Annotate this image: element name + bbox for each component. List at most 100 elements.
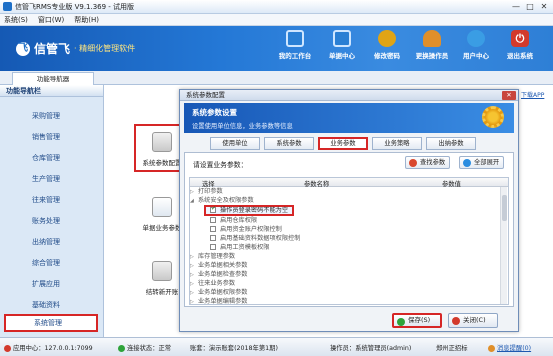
message-icon: [488, 344, 495, 352]
group-row-trade[interactable]: ▷ 往来业务参数: [190, 279, 508, 288]
connection-icon: [118, 344, 125, 352]
group-row-print[interactable]: ▷ 打印参数: [190, 187, 508, 196]
param-row[interactable]: 启用工资模板权限: [190, 243, 508, 252]
menu-help[interactable]: 帮助(H): [74, 15, 99, 25]
expand-arrow-icon: ▷: [190, 299, 194, 305]
maximize-button[interactable]: □: [524, 1, 536, 12]
sidebar-item-bookkeeping[interactable]: 账务处理: [4, 212, 98, 230]
group-row-doc-check[interactable]: ▷ 业务单据检查参数: [190, 270, 508, 279]
users-icon: [467, 30, 485, 47]
expand-all-button[interactable]: 全部展开: [459, 156, 505, 169]
status-company: 郑州正招标: [436, 345, 468, 352]
param-checkbox[interactable]: [210, 226, 216, 232]
param-row[interactable]: 启用仓库权限: [190, 216, 508, 225]
toolbar-change-password-button[interactable]: 修改密码: [367, 30, 407, 60]
sidebar-item-base-data[interactable]: 基础资料: [4, 296, 98, 314]
tab-business-strategy[interactable]: 业务策略: [372, 137, 422, 150]
dialog-header-title: 系统参数设置: [192, 108, 237, 117]
brand-name: 信管飞: [34, 42, 71, 56]
sidebar-item-accounts[interactable]: 往来管理: [4, 191, 98, 209]
search-params-button[interactable]: 查找参数: [405, 156, 451, 169]
sidebar-item-sales[interactable]: 销售管理: [4, 128, 98, 146]
menu-system[interactable]: 系统(S): [4, 15, 28, 25]
app-center-icon: [4, 344, 11, 352]
menu-window[interactable]: 窗口(W): [38, 15, 64, 25]
dialog-header: 系统参数设置 设置使用单位信息，业务参数等信息: [184, 103, 514, 133]
sidebar-item-cashier[interactable]: 出纳管理: [4, 233, 98, 251]
sidebar-item-general[interactable]: 综合管理: [4, 254, 98, 272]
minimize-button[interactable]: —: [510, 1, 522, 12]
group-row-doc-related[interactable]: ▷ 业务单据相关参数: [190, 261, 508, 270]
download-app-link[interactable]: 下载APP: [521, 90, 544, 99]
window-close-button[interactable]: ✕: [538, 1, 550, 12]
sidebar-item-warehouse[interactable]: 仓库管理: [4, 149, 98, 167]
save-button[interactable]: 保存(S): [392, 313, 442, 328]
toolbar-document-center-button[interactable]: 单据中心: [322, 30, 362, 60]
param-checkbox[interactable]: [210, 205, 216, 213]
dialog-close-icon[interactable]: ✕: [502, 91, 516, 100]
toolbar-exit-button[interactable]: ⏻ 退出系统: [500, 30, 540, 60]
status-operator: 操作员：系统管理员(admin): [330, 345, 412, 352]
user-icon: [423, 30, 441, 47]
search-icon: [409, 159, 417, 167]
window-title-bar: 信管飞RMS专业版 V9.1.369 - 试用版: [0, 0, 553, 14]
brand-subtitle: · 精细化管理软件: [74, 44, 136, 53]
tab-strip: 功能导航器: [0, 71, 553, 85]
key-icon: [378, 30, 396, 47]
monitor-icon: [333, 30, 351, 47]
grid-header: 选择 参数名称 参数值: [190, 178, 508, 188]
dialog-footer: 保存(S) 关闭(C): [180, 308, 518, 332]
param-row: 操作员登录密码不能为空: [190, 205, 508, 216]
scrollbar-thumb[interactable]: [502, 195, 507, 221]
brand-logo-icon: 飞: [16, 41, 30, 56]
app-banner: 飞 信管飞 · 精细化管理软件 我的工作台 单据中心 修改密码 更换操作员 用户…: [0, 26, 553, 71]
status-connection: 连接状态：正常: [118, 343, 171, 352]
toolbar-workbench-button[interactable]: 我的工作台: [275, 30, 315, 60]
params-prompt: 请设置业务参数：: [193, 161, 248, 169]
tab-cashier-params[interactable]: 出纳参数: [426, 137, 476, 150]
group-row-doc-edit[interactable]: ▷ 业务单据编辑参数: [190, 297, 508, 305]
system-params-dialog: 系统参数配置 ✕ 系统参数设置 设置使用单位信息，业务参数等信息 使用单位 系统…: [179, 89, 519, 332]
param-checkbox[interactable]: [210, 235, 216, 241]
group-row-security[interactable]: ◢ 系统安全及权限参数: [190, 196, 508, 205]
menu-bar: 系统(S) 窗口(W) 帮助(H): [0, 14, 553, 26]
sidebar-item-production[interactable]: 生产管理: [4, 170, 98, 188]
close-button[interactable]: 关闭(C): [448, 313, 498, 328]
brand: 飞 信管飞 · 精细化管理软件: [16, 40, 135, 57]
gear-icon: [482, 106, 504, 128]
expand-icon: [463, 159, 471, 167]
group-row-doc-permission[interactable]: ▷ 业务单据权限参数: [190, 288, 508, 297]
sidebar-item-purchase[interactable]: 采购管理: [4, 107, 98, 125]
param-row-highlight[interactable]: 操作员登录密码不能为空: [204, 205, 295, 216]
tab-system-params[interactable]: 系统参数: [264, 137, 314, 150]
status-app-center: 应用中心：127.0.0.1:7099: [4, 343, 93, 352]
sidebar-header: 功能导航栏: [0, 85, 103, 97]
param-row[interactable]: 启用基础资料数据项权限控制: [190, 234, 508, 243]
database-refresh-icon: [152, 261, 172, 281]
monitor-icon: [286, 30, 304, 47]
group-row-inventory[interactable]: ▷ 库存管理参数: [190, 252, 508, 261]
dialog-tabs: 使用单位 系统参数 业务参数 业务策略 出纳参数: [184, 137, 514, 151]
power-icon: ⏻: [511, 30, 529, 47]
database-gear-icon: [152, 132, 172, 152]
param-checkbox[interactable]: [210, 244, 216, 250]
param-checkbox[interactable]: [210, 217, 216, 223]
checkmark-icon: [397, 318, 405, 326]
window-title: 信管飞RMS专业版 V9.1.369 - 试用版: [15, 2, 135, 11]
sidebar-item-extensions[interactable]: 扩展应用: [4, 275, 98, 293]
dialog-body: 请设置业务参数： 查找参数 全部展开 选择 参数名称 参数值 ▷ 打印参数 ◢ 系统…: [184, 152, 514, 307]
grid-scrollbar[interactable]: [500, 187, 507, 304]
toolbar-switch-operator-button[interactable]: 更换操作员: [412, 30, 452, 60]
tab-business-params[interactable]: 业务参数: [318, 137, 368, 150]
status-bar: 应用中心：127.0.0.1:7099 连接状态：正常 账套：演示账套(2018…: [0, 337, 553, 356]
sidebar: 功能导航栏 采购管理 销售管理 仓库管理 生产管理 往来管理 账务处理 出纳管理…: [0, 85, 104, 337]
document-gear-icon: [152, 197, 172, 217]
toolbar-user-center-button[interactable]: 用户中心: [456, 30, 496, 60]
app-logo-icon: [3, 2, 12, 11]
sidebar-item-system[interactable]: 系统管理: [4, 314, 98, 332]
param-row[interactable]: 启用资金账户权限控制: [190, 225, 508, 234]
status-messages[interactable]: 消息提醒(0): [488, 343, 531, 352]
status-account: 账套：演示账套(2018年第1期): [190, 345, 278, 352]
tab-unit[interactable]: 使用单位: [210, 137, 260, 150]
tab-function-navigator[interactable]: 功能导航器: [12, 72, 94, 85]
